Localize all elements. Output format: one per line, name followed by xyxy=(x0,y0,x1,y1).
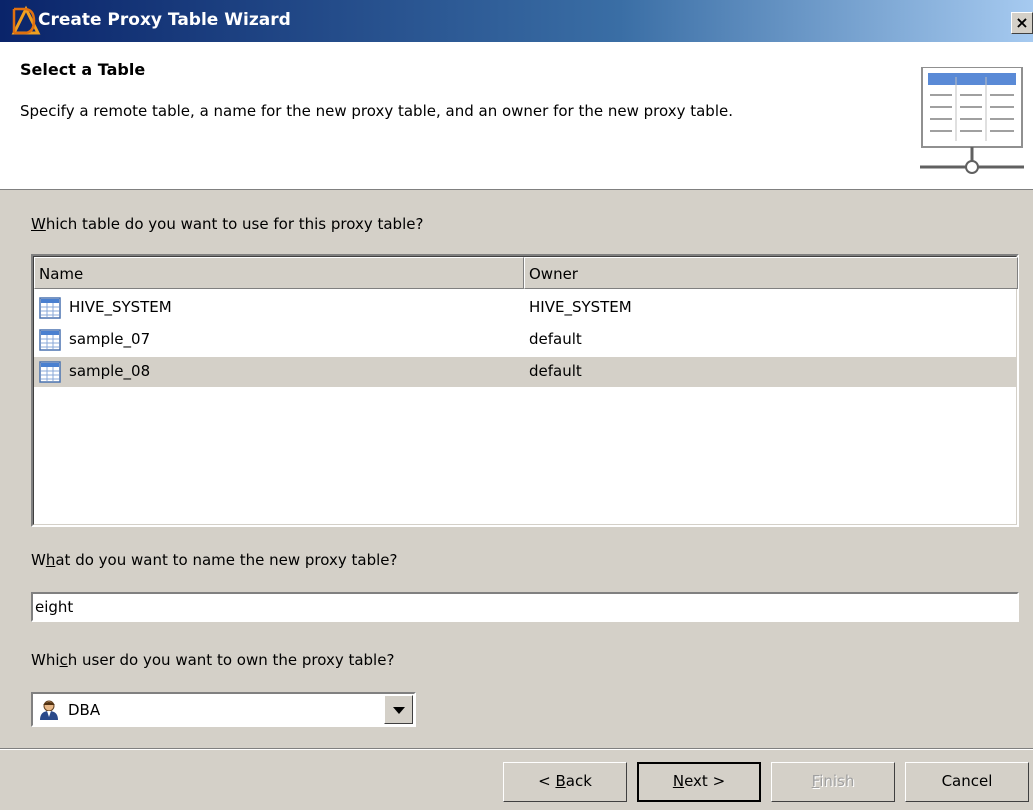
column-header-name[interactable]: Name xyxy=(34,257,524,289)
table-question-label: Which table do you want to use for this … xyxy=(31,215,424,233)
name-question-label: What do you want to name the new proxy t… xyxy=(31,551,398,569)
table-owner-cell: default xyxy=(529,330,582,348)
finish-button[interactable]: Finish xyxy=(771,762,895,802)
table-icon xyxy=(39,297,61,319)
owner-select[interactable]: DBA xyxy=(31,692,416,727)
table-name-cell: sample_07 xyxy=(69,330,151,348)
table-row[interactable]: sample_07 default xyxy=(34,325,1016,355)
page-title: Select a Table xyxy=(20,60,146,79)
table-icon xyxy=(39,361,61,383)
table-name-cell: sample_08 xyxy=(69,362,151,380)
owner-question-label: Which user do you want to own the proxy … xyxy=(31,651,395,669)
next-button[interactable]: Next > xyxy=(637,762,761,802)
table-owner-cell: default xyxy=(529,362,582,380)
table-row[interactable]: HIVE_SYSTEM HIVE_SYSTEM xyxy=(34,293,1016,323)
wizard-header: Select a Table Specify a remote table, a… xyxy=(0,42,1033,190)
chevron-down-icon[interactable] xyxy=(384,695,413,724)
owner-select-value: DBA xyxy=(68,701,101,719)
table-owner-cell: HIVE_SYSTEM xyxy=(529,298,632,316)
table-row[interactable]: sample_08 default xyxy=(34,357,1016,387)
cancel-button[interactable]: Cancel xyxy=(905,762,1029,802)
close-button[interactable]: × xyxy=(1011,12,1033,34)
table-icon xyxy=(39,329,61,351)
page-description: Specify a remote table, a name for the n… xyxy=(20,102,733,120)
remote-table-list[interactable]: Name Owner HIVE_SYSTEM HIVE_SYSTEM sampl… xyxy=(31,254,1019,527)
button-separator xyxy=(0,748,1033,750)
back-button[interactable]: < Back xyxy=(503,762,627,802)
proxy-table-name-input[interactable] xyxy=(31,592,1019,622)
title-bar: Create Proxy Table Wizard × xyxy=(0,0,1033,42)
user-icon xyxy=(40,700,58,720)
window-title: Create Proxy Table Wizard xyxy=(38,10,291,30)
table-name-cell: HIVE_SYSTEM xyxy=(69,298,172,316)
proxy-table-icon xyxy=(920,67,1024,174)
column-header-owner[interactable]: Owner xyxy=(524,257,1018,289)
